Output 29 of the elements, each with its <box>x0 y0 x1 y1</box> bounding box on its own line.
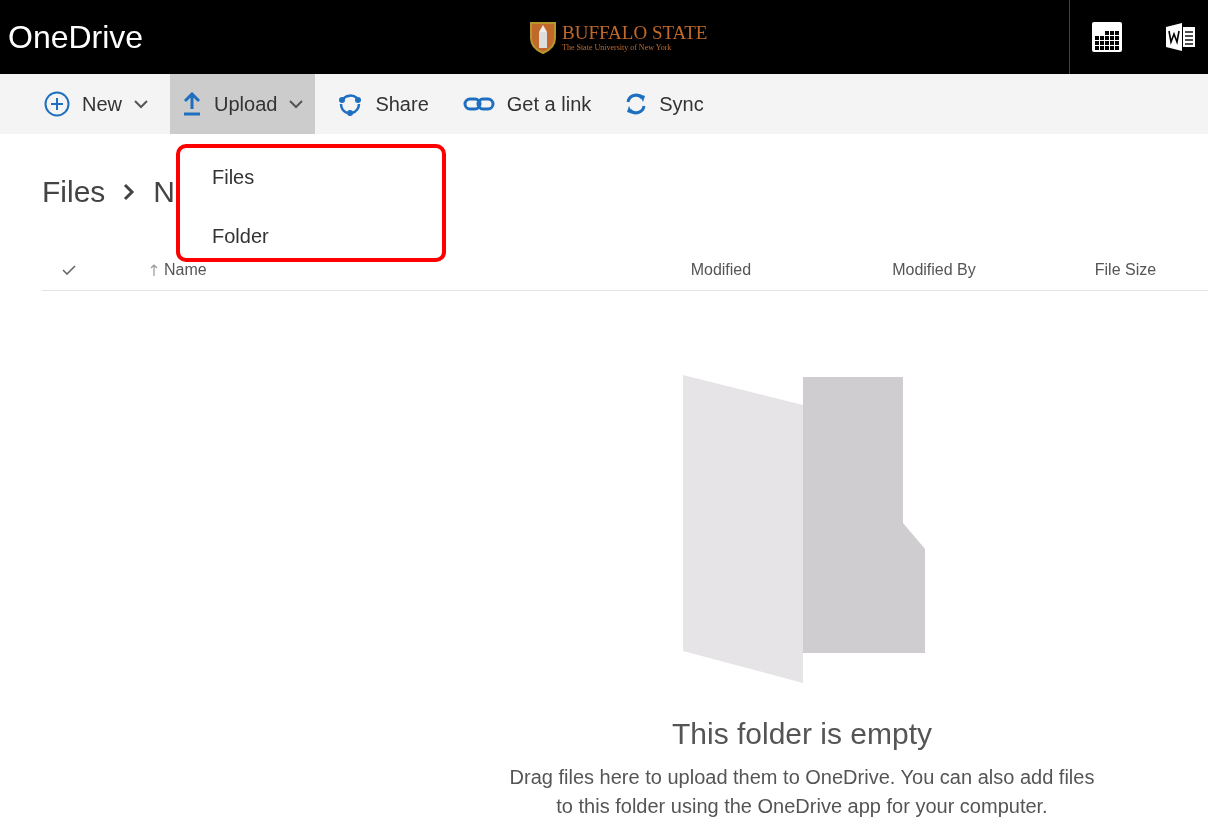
check-icon[interactable] <box>62 265 76 275</box>
column-header[interactable]: Modified By <box>892 261 976 279</box>
sort-arrow-icon <box>150 264 158 276</box>
column-header[interactable]: File Size <box>1094 261 1157 279</box>
toolbar-button[interactable]: Get a link <box>450 74 604 134</box>
plus-icon <box>44 91 70 117</box>
crest-icon <box>528 20 558 54</box>
share-icon <box>337 91 364 117</box>
calendar-icon[interactable] <box>1092 22 1122 52</box>
column-header[interactable]: Name <box>164 261 207 279</box>
toolbar-button[interactable]: Sync <box>613 74 716 134</box>
column-header[interactable]: Modified <box>690 261 752 279</box>
upload-icon <box>182 92 202 116</box>
empty-message: Drag files here to upload them to OneDrive. You can also add files to this folder using the OneDrive app for your computer. <box>508 765 1096 819</box>
chevron-right-icon <box>123 183 136 201</box>
breadcrumb-item[interactable]: Files <box>42 175 106 209</box>
empty-title: This folder is empty <box>671 717 933 751</box>
sync-icon <box>625 93 648 115</box>
menu-item[interactable]: Folder <box>212 225 269 248</box>
document-icon[interactable] <box>1166 23 1196 51</box>
toolbar-button[interactable]: New <box>32 74 160 134</box>
toolbar-button[interactable]: Upload <box>170 74 316 134</box>
breadcrumb-item[interactable]: N <box>153 175 175 209</box>
link-icon <box>462 96 495 112</box>
logo-subtitle: The State University of New York <box>562 43 673 52</box>
app-name[interactable]: OneDrive <box>0 18 528 56</box>
logo-name: BUFFALO STATE <box>562 22 708 42</box>
menu-item[interactable]: Files <box>212 166 255 189</box>
toolbar-button[interactable]: Share <box>325 74 441 134</box>
